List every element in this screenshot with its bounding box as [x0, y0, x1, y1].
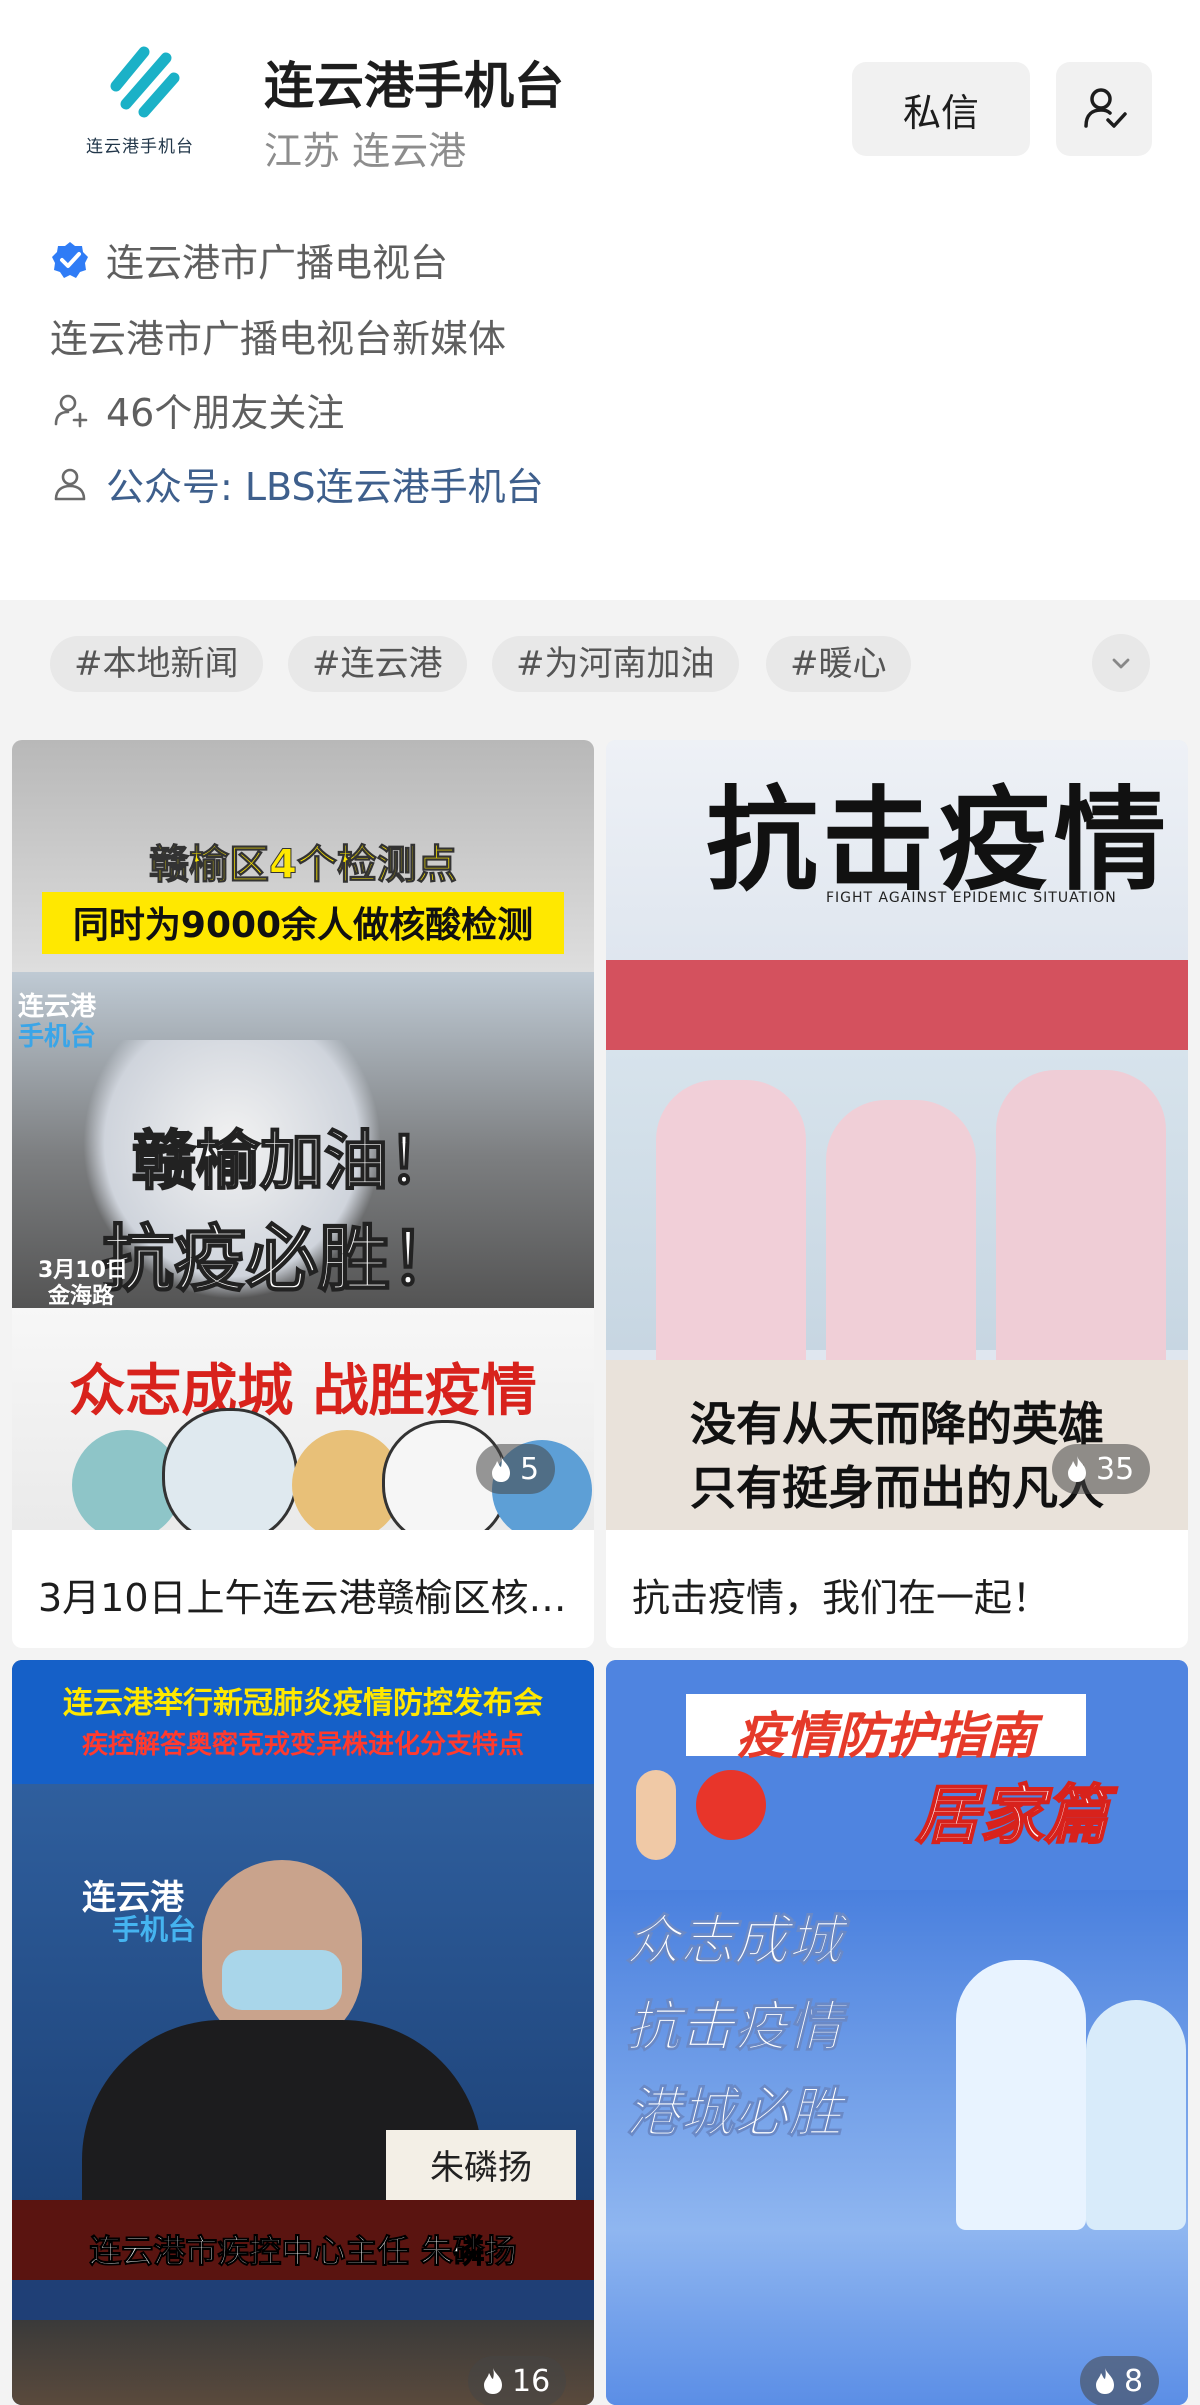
thumb-slogan-2: 抗疫必胜！	[101, 1215, 463, 1302]
thumb-headline-1: 赣榆区4个检测点	[149, 842, 458, 889]
thumb-caption: 连云港市疾控中心主任 朱磷扬	[89, 2232, 517, 2271]
topic-tags-bar: #本地新闻 #连云港 #为河南加油 #暖心	[0, 610, 1200, 720]
thumb-watermark-2: 手机台	[18, 1022, 97, 1052]
official-account-row[interactable]: 公众号: LBS连云港手机台	[50, 456, 544, 511]
flame-icon	[492, 1456, 510, 1482]
thumb-headline-1: 疫情防护指南	[736, 1707, 1036, 1765]
video-thumbnail-2: 抗击疫情 FIGHT AGAINST EPIDEMIC SITUATION 没有…	[606, 740, 1188, 1530]
tag-henan[interactable]: #为河南加油	[492, 636, 739, 692]
thumb-headline: 抗击疫情	[706, 775, 1170, 906]
follow-button[interactable]	[1056, 62, 1152, 156]
video-card-2[interactable]: 抗击疫情 FIGHT AGAINST EPIDEMIC SITUATION 没有…	[606, 740, 1188, 1648]
account-location: 江苏 连云港	[264, 129, 467, 173]
video-title-2: 抗击疫情，我们在一起！	[632, 1576, 1051, 1620]
thumb-slogan-2: 抗击疫情	[626, 1994, 843, 2059]
thumb-headline-1: 连云港举行新冠肺炎疫情防控发布会	[63, 1686, 543, 1721]
likes-badge-2: 35	[1052, 1444, 1151, 1494]
flame-icon	[1096, 2368, 1114, 2394]
thumb-watermark-2: 手机台	[112, 1913, 197, 1946]
account-description: 连云港市广播电视台新媒体	[50, 317, 507, 361]
friends-following-row[interactable]: 46个朋友关注	[50, 382, 344, 437]
thumb-slogan-1: 赣榆加油！	[131, 1123, 453, 1200]
thumb-slogan-1: 众志成城	[626, 1908, 843, 1973]
likes-badge-3: 16	[468, 2356, 567, 2405]
friends-following-text: 46个朋友关注	[106, 391, 345, 435]
tag-local-news[interactable]: #本地新闻	[50, 636, 263, 692]
tag-lianyungang[interactable]: #连云港	[288, 636, 467, 692]
video-card-1[interactable]: 赣榆区4个检测点 同时为9000余人做核酸检测 连云港 手机台 赣榆加油！ 抗疫…	[12, 740, 594, 1648]
likes-badge-1: 5	[476, 1444, 556, 1494]
flame-icon	[484, 2368, 502, 2394]
profile-header: 连云港手机台 连云港手机台 江苏 连云港 私信 连云港市广播电视台 连云港市广播…	[0, 0, 1200, 600]
friends-icon	[54, 394, 88, 427]
likes-count-4: 8	[1124, 2363, 1144, 2399]
verified-org-name: 连云港市广播电视台	[106, 241, 449, 285]
likes-count-2: 35	[1096, 1451, 1135, 1487]
video-thumbnail-4: 疫情防护指南 居家篇 众志成城 抗击疫情 港城必胜 8	[606, 1660, 1188, 2405]
video-title-1: 3月10日上午连云港赣榆区核酸检测	[38, 1576, 568, 1620]
expand-tags-button[interactable]	[1092, 634, 1150, 692]
person-icon	[54, 468, 86, 500]
account-name: 连云港手机台	[264, 57, 564, 115]
thumb-nameplate: 朱磷扬	[430, 2148, 532, 2188]
verified-org-row: 连云港市广播电视台	[50, 232, 448, 287]
thumb-headline-2: 疾控解答奥密克戎变异株进化分支特点	[81, 1730, 524, 1760]
chevron-down-icon	[1112, 658, 1130, 669]
likes-count-3: 16	[512, 2363, 551, 2399]
message-button[interactable]: 私信	[852, 62, 1030, 156]
tag-warm[interactable]: #暖心	[766, 636, 911, 692]
thumb-subtitle: FIGHT AGAINST EPIDEMIC SITUATION	[826, 890, 1117, 906]
video-card-4[interactable]: 疫情防护指南 居家篇 众志成城 抗击疫情 港城必胜 8	[606, 1660, 1188, 2405]
thumb-slogan-3: 港城必胜	[626, 2080, 843, 2145]
flame-icon	[1068, 1456, 1086, 1482]
thumb-banner: 众志成城 战胜疫情	[69, 1358, 537, 1424]
likes-badge-4: 8	[1080, 2356, 1160, 2405]
verified-badge-icon	[52, 241, 88, 278]
thumb-headline-2: 居家篇	[915, 1778, 1109, 1854]
thumb-place: 金海路	[48, 1284, 115, 1309]
video-card-3[interactable]: 连云港举行新冠肺炎疫情防控发布会 疾控解答奥密克戎变异株进化分支特点 连云港 手…	[12, 1660, 594, 2405]
logo-text: 连云港手机台	[86, 137, 194, 157]
message-button-label: 私信	[902, 90, 979, 135]
video-thumbnail-3: 连云港举行新冠肺炎疫情防控发布会 疾控解答奥密克戎变异株进化分支特点 连云港 手…	[12, 1660, 594, 2405]
official-account-link: 公众号: LBS连云港手机台	[106, 465, 544, 509]
description-row: 连云港市广播电视台新媒体	[50, 308, 506, 363]
add-friend-icon	[1084, 88, 1127, 128]
thumb-headline-2: 同时为9000余人做核酸检测	[72, 905, 534, 946]
video-thumbnail-1: 赣榆区4个检测点 同时为9000余人做核酸检测 连云港 手机台 赣榆加油！ 抗疫…	[12, 740, 594, 1530]
likes-count-1: 5	[520, 1451, 540, 1487]
account-logo-icon	[110, 46, 180, 118]
account-avatar[interactable]: 连云港手机台	[70, 28, 210, 168]
